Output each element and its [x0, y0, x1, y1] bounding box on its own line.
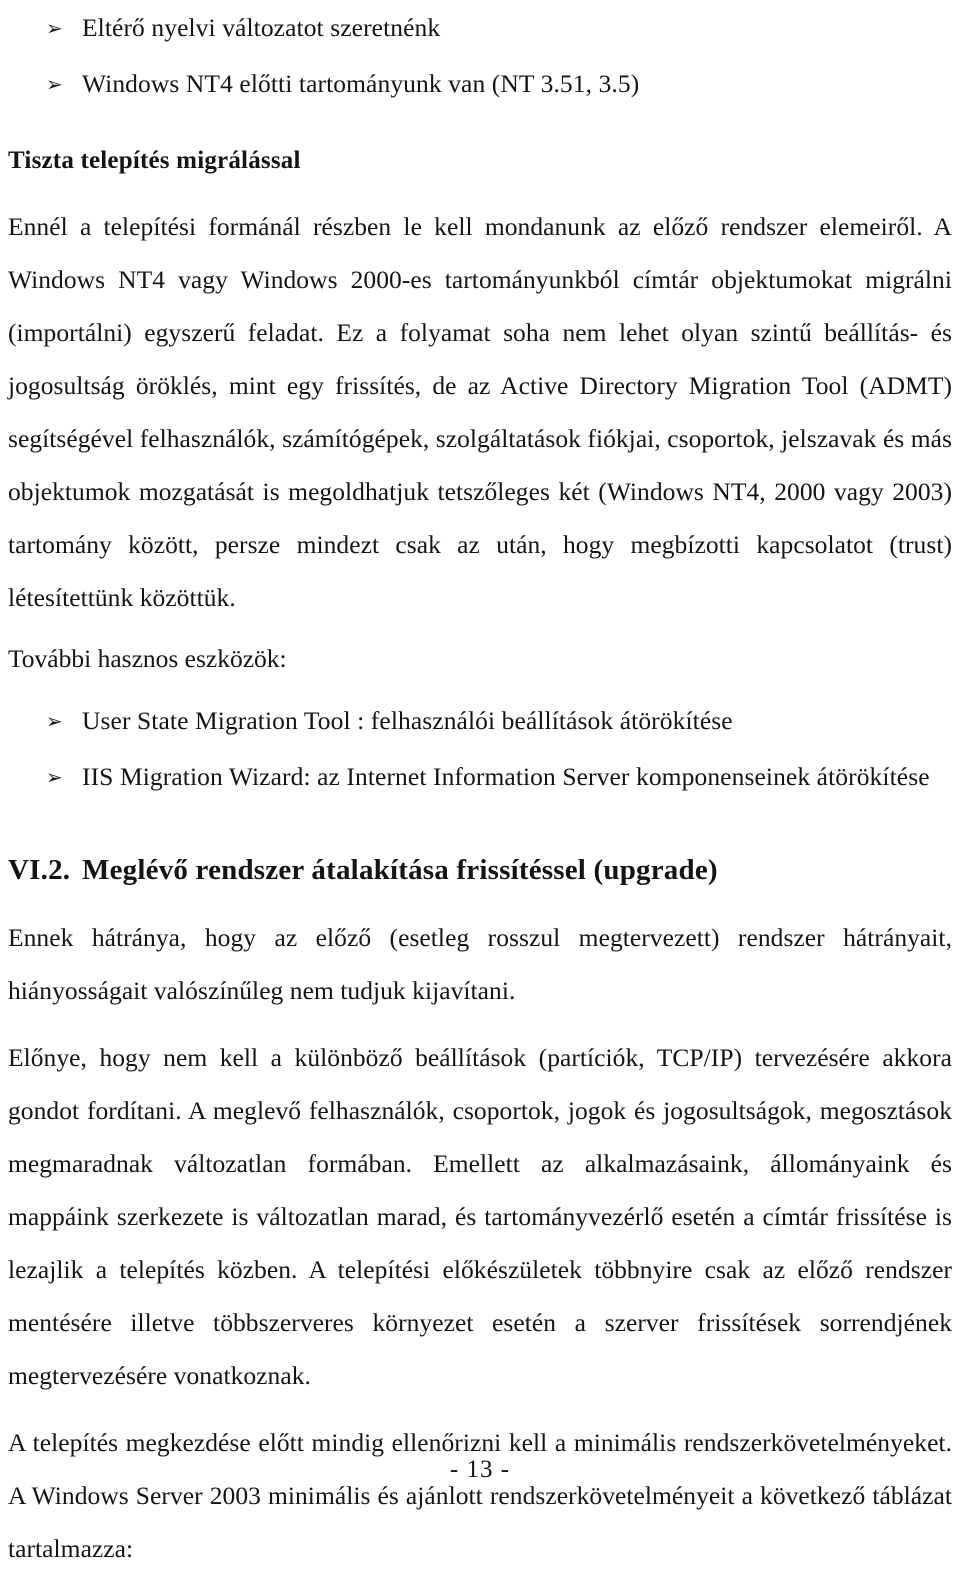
list-item-label: User State Migration Tool : felhasználói…	[82, 706, 733, 735]
arrow-bullet-icon: ➢	[46, 16, 63, 40]
tools-label: További hasznos eszközök:	[8, 644, 287, 673]
upgrade-paragraph-2: Előnye, hogy nem kell a különböző beállí…	[8, 1043, 952, 1390]
top-bullet-list: ➢ Eltérő nyelvi változatot szeretnénk ➢ …	[8, 0, 952, 112]
arrow-bullet-icon: ➢	[46, 765, 63, 789]
upgrade-paragraph-1: Ennek hátránya, hogy az előző (esetleg r…	[8, 923, 952, 1005]
tools-bullet-list: ➢ User State Migration Tool : felhasznál…	[8, 693, 952, 805]
list-item-label: IIS Migration Wizard: az Internet Inform…	[82, 762, 930, 791]
document-page: ➢ Eltérő nyelvi változatot szeretnénk ➢ …	[0, 0, 960, 1563]
clean-install-heading: Tiszta telepítés migrálással	[8, 147, 301, 174]
list-item: ➢ Eltérő nyelvi változatot szeretnénk	[8, 0, 952, 56]
section-title: Meglévő rendszer átalakítása frissítésse…	[82, 854, 718, 886]
list-item: ➢ IIS Migration Wizard: az Internet Info…	[8, 749, 952, 805]
list-item-label: Eltérő nyelvi változatot szeretnénk	[82, 13, 441, 42]
arrow-bullet-icon: ➢	[46, 709, 63, 733]
page-number: - 13 -	[449, 1456, 511, 1483]
arrow-bullet-icon: ➢	[46, 72, 63, 96]
upgrade-paragraph-3: A telepítés megkezdése előtt mindig elle…	[8, 1428, 952, 1563]
clean-install-paragraph: Ennél a telepítési formánál részben le k…	[8, 212, 952, 612]
list-item: ➢ Windows NT4 előtti tartományunk van (N…	[8, 56, 952, 112]
section-heading: VI.2. Meglévő rendszer átalakítása frissí…	[8, 851, 952, 889]
list-item: ➢ User State Migration Tool : felhasznál…	[8, 693, 952, 749]
list-item-label: Windows NT4 előtti tartományunk van (NT …	[82, 69, 640, 98]
section-number: VI.2.	[8, 854, 71, 886]
